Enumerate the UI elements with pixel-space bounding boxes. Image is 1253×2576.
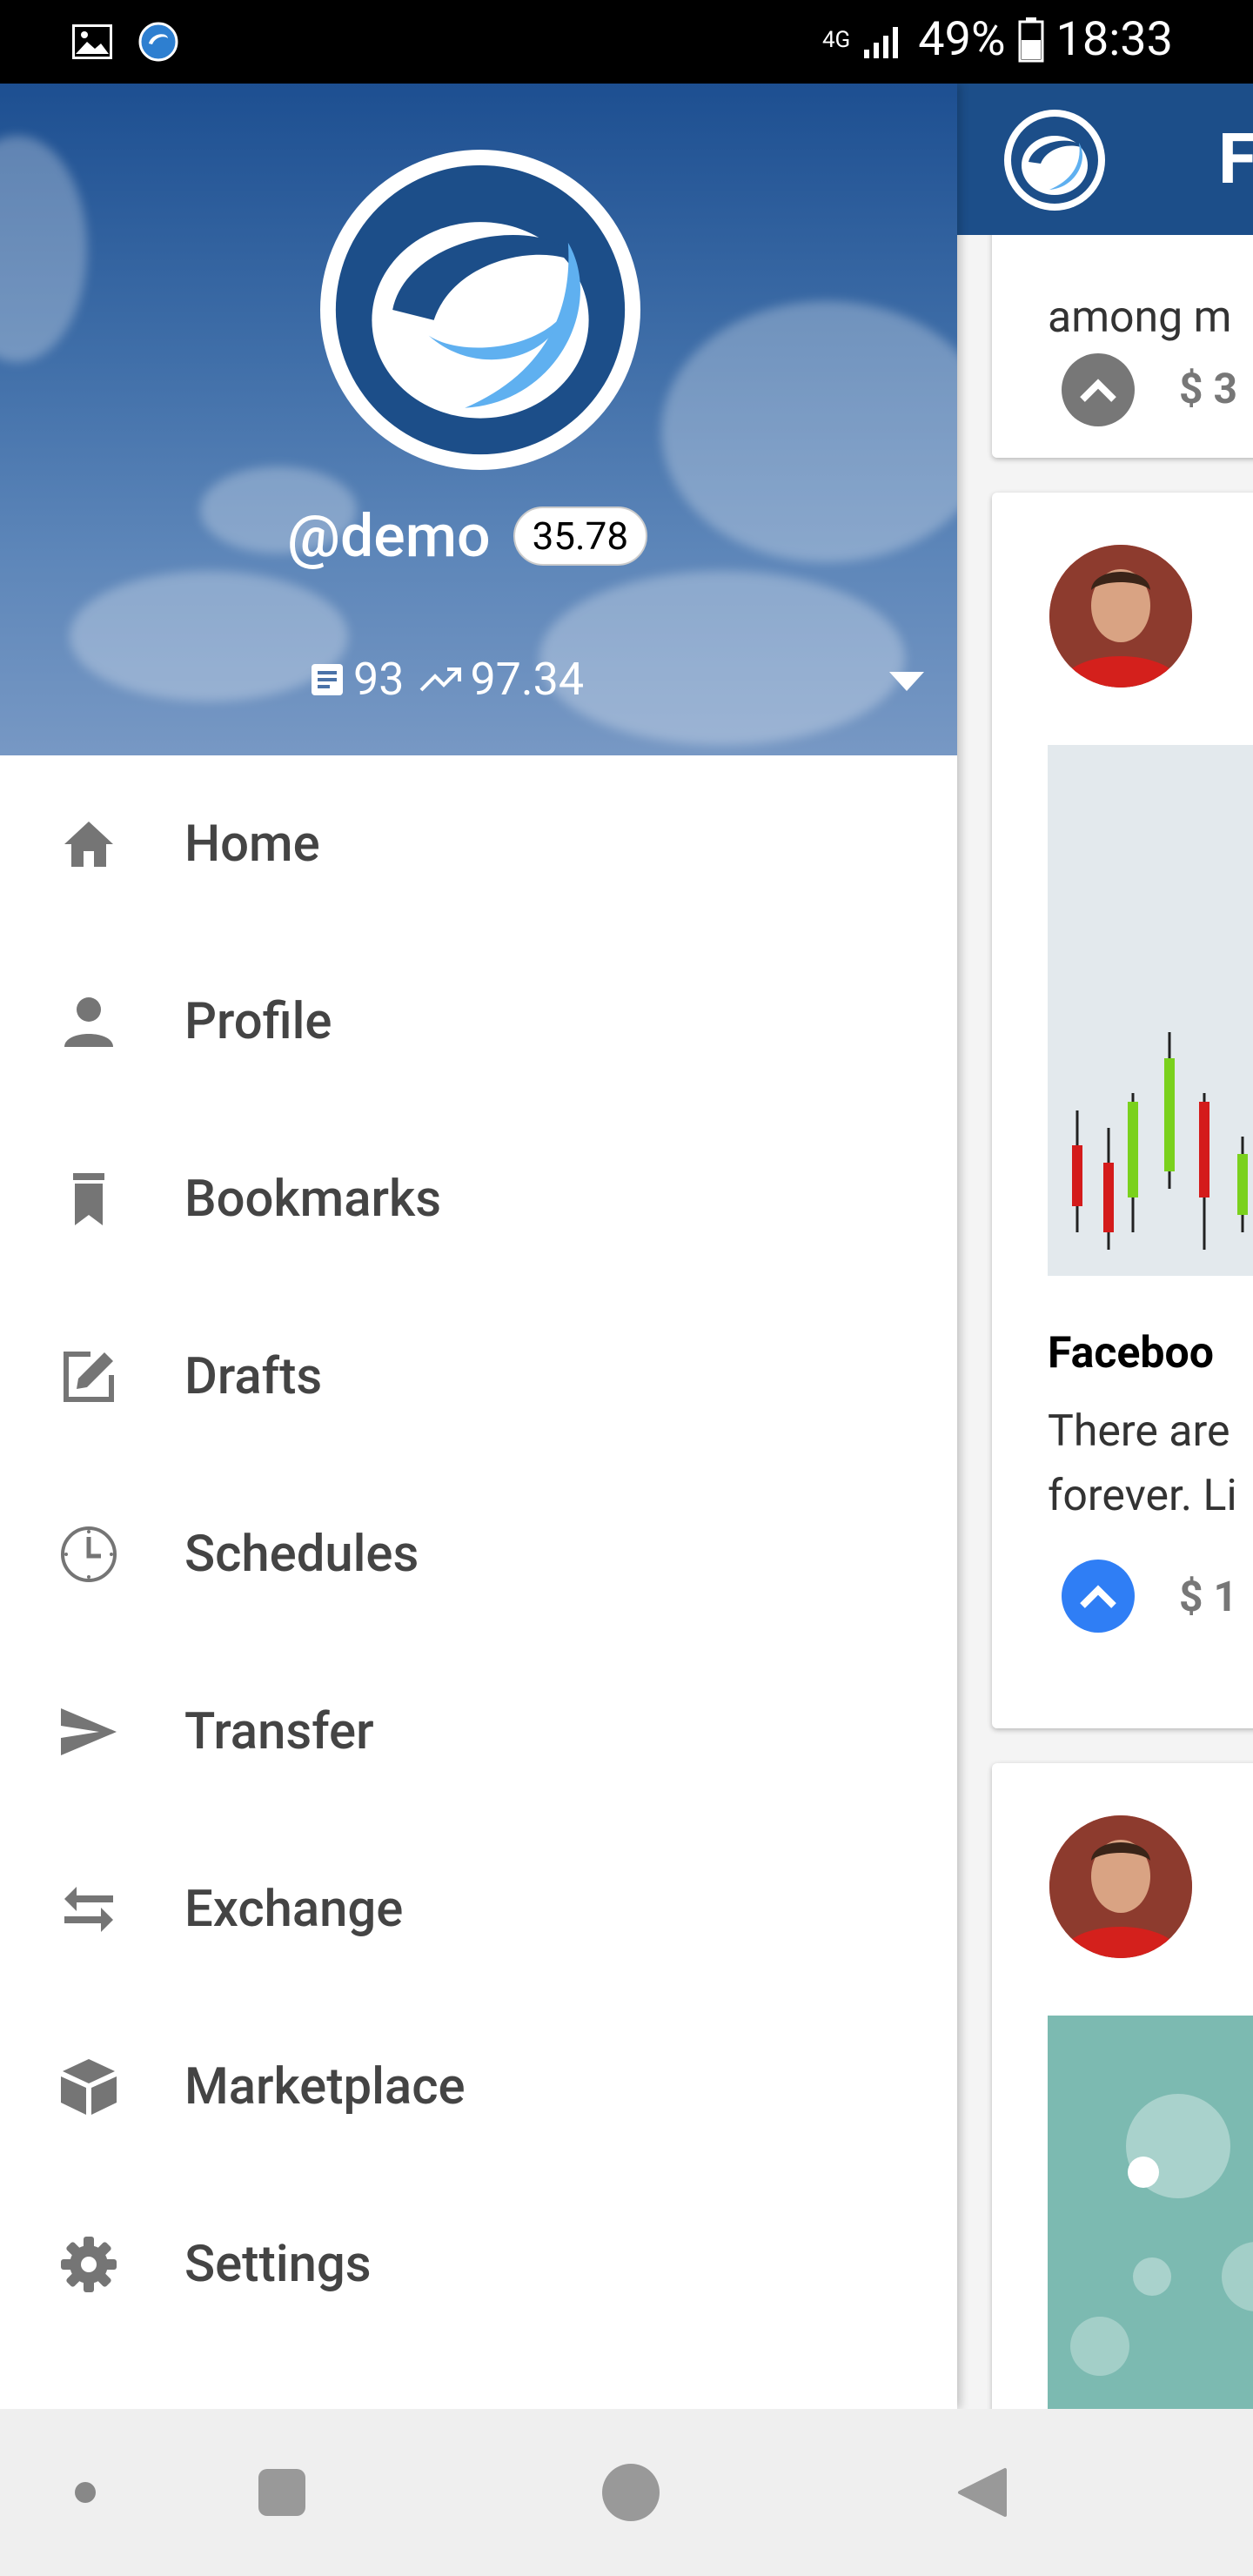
trending-up-icon [420,667,462,691]
cloud-decoration [539,571,905,745]
menu-label: Marketplace [184,2057,466,2116]
chevron-up-icon [1080,379,1116,402]
back-button[interactable] [947,2458,1016,2527]
upvote-button[interactable] [1062,353,1135,426]
menu-item-home[interactable]: Home [0,755,957,933]
username: @demo [287,501,491,571]
upvote-button[interactable] [1062,1560,1135,1633]
cube-icon [57,2056,120,2118]
drawer-menu: Home Profile Bookmarks Drafts Schedules … [0,755,957,2353]
send-icon [57,1701,120,1763]
post-card[interactable] [992,1763,1253,2409]
voting-power: 97.34 [470,653,585,706]
swap-icon [57,1878,120,1941]
post-thumbnail[interactable] [1048,745,1253,1276]
app-logo-icon[interactable] [1002,108,1107,212]
clock-icon [57,1523,120,1586]
cloud-decoration [661,301,957,562]
system-navigation-bar [0,2409,1253,2576]
menu-label: Transfer [184,1702,374,1761]
menu-label: Settings [184,2235,372,2294]
posts-icon [312,663,343,695]
menu-item-bookmarks[interactable]: Bookmarks [0,1110,957,1288]
recent-apps-button[interactable] [247,2458,317,2527]
signal-icon [864,26,899,58]
app-logo-icon [335,164,626,455]
author-avatar[interactable] [1049,1815,1192,1958]
author-avatar[interactable] [1049,545,1192,688]
menu-item-marketplace[interactable]: Marketplace [0,1998,957,2176]
menu-item-profile[interactable]: Profile [0,933,957,1110]
post-card[interactable]: Faceboo There are forever. Li $ 1 [992,493,1253,1728]
menu-item-exchange[interactable]: Exchange [0,1821,957,1998]
circle-icon [602,2464,660,2521]
feed-title: F [1218,118,1253,200]
dot-icon [75,2482,96,2503]
reputation-badge: 35.78 [513,506,648,566]
drawer-header: @demo 35.78 93 97.34 [0,84,957,755]
post-body-line: forever. Li [1048,1471,1237,1521]
profile-avatar[interactable] [320,150,640,470]
feed-header: F [957,84,1253,235]
gallery-icon [70,19,115,64]
post-excerpt: among m [1048,292,1232,343]
screen: 4G 49% 18:33 among m $ 3 Faceboo There a… [0,0,1253,2576]
home-icon [57,813,120,875]
cloud-decoration [0,136,87,362]
feed-background: among m $ 3 Faceboo There are forever. L… [957,84,1253,2409]
back-triangle-icon [958,2468,1007,2517]
payout-amount: $ 1 [1179,1572,1238,1621]
payout-amount: $ 3 [1179,364,1238,413]
menu-label: Schedules [184,1525,419,1584]
post-thumbnail[interactable] [1048,2016,1253,2409]
menu-label: Home [184,815,320,874]
menu-label: Profile [184,992,332,1051]
cloud-decoration [70,571,348,701]
gear-icon [57,2233,120,2296]
menu-item-settings[interactable]: Settings [0,2176,957,2353]
post-body-line: There are [1048,1406,1230,1457]
network-type: 4G [821,26,851,53]
menu-item-schedules[interactable]: Schedules [0,1466,957,1643]
caret-down-icon[interactable] [888,668,926,694]
battery-icon [1018,17,1044,62]
menu-label: Exchange [184,1880,404,1939]
person-icon [57,990,120,1053]
home-button[interactable] [596,2458,666,2527]
chevron-up-icon [1080,1585,1116,1608]
post-title[interactable]: Faceboo [1048,1328,1214,1379]
navigation-drawer: @demo 35.78 93 97.34 Home Profile Bookma… [0,84,957,2409]
nav-dot-button[interactable] [50,2458,120,2527]
menu-label: Drafts [184,1347,323,1406]
status-bar: 4G 49% 18:33 [0,0,1253,84]
clock-time: 18:33 [1055,12,1173,67]
menu-item-drafts[interactable]: Drafts [0,1288,957,1466]
bookmark-icon [57,1168,120,1231]
app-notification-icon [136,19,181,64]
menu-item-transfer[interactable]: Transfer [0,1643,957,1821]
square-icon [258,2469,305,2516]
battery-percent: 49% [918,12,1006,67]
menu-label: Bookmarks [184,1170,442,1229]
post-card[interactable]: among m $ 3 [992,214,1253,458]
posts-count: 93 [353,653,405,706]
edit-icon [57,1345,120,1408]
